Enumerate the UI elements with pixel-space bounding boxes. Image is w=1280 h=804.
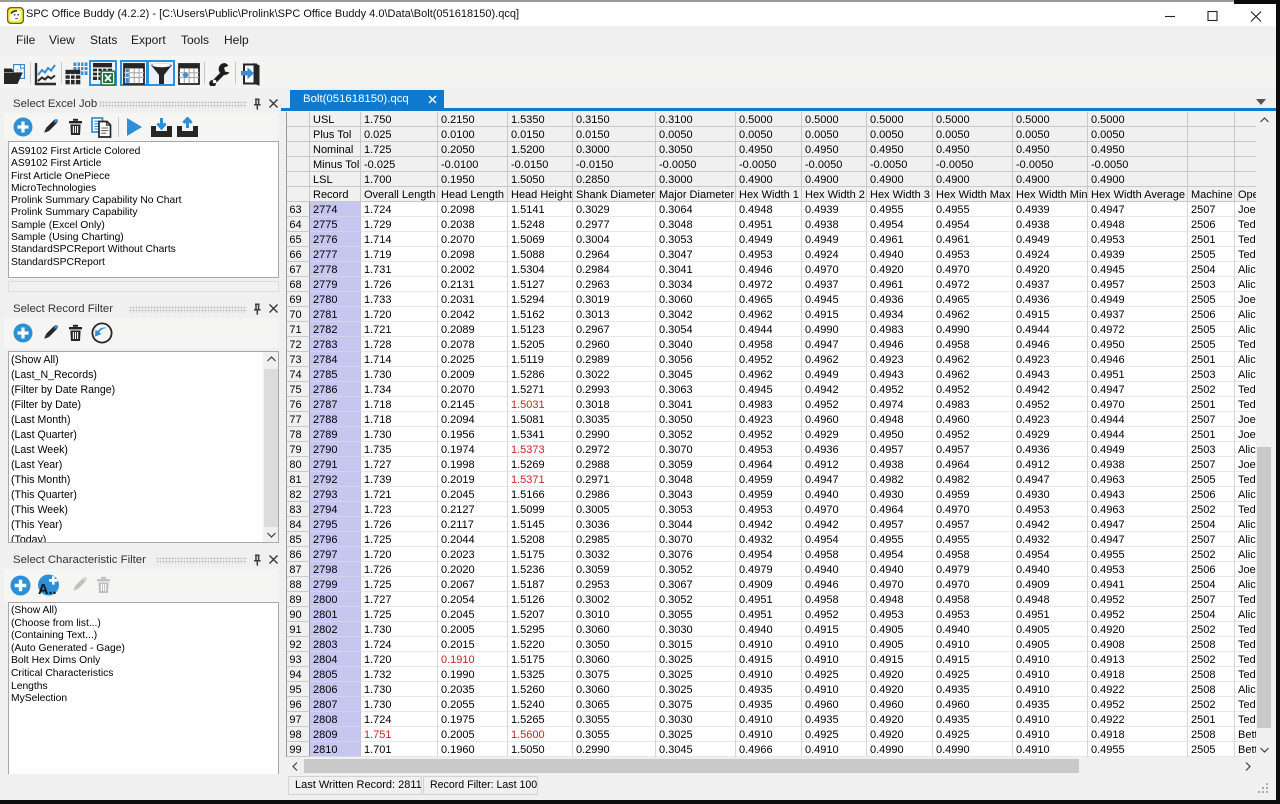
svg-text:A..: A..	[38, 582, 57, 598]
